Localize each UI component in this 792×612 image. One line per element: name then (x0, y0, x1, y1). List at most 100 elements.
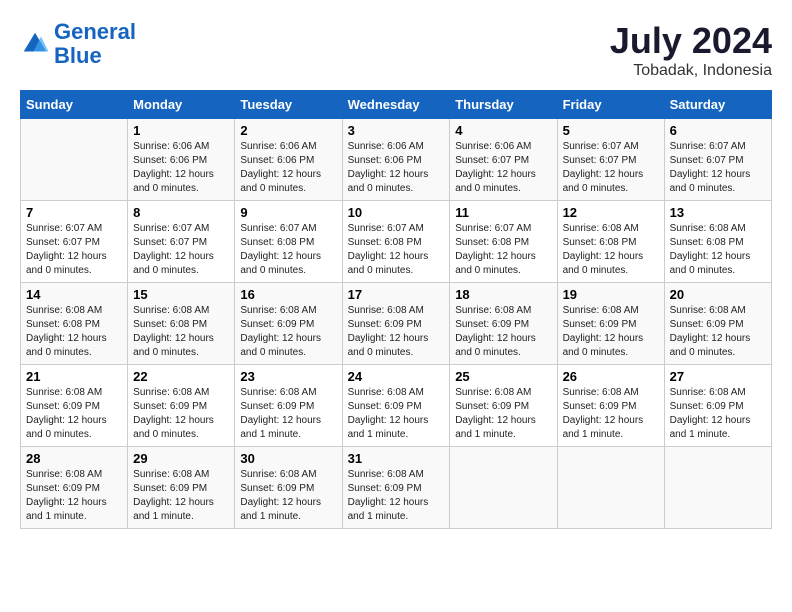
calendar-header-row: SundayMondayTuesdayWednesdayThursdayFrid… (21, 91, 772, 119)
day-number: 5 (563, 123, 659, 138)
calendar-cell: 18 Sunrise: 6:08 AM Sunset: 6:09 PM Dayli… (450, 283, 557, 365)
calendar-cell: 3 Sunrise: 6:06 AM Sunset: 6:06 PM Daylig… (342, 119, 450, 201)
calendar-cell: 23 Sunrise: 6:08 AM Sunset: 6:09 PM Dayli… (235, 365, 342, 447)
header-monday: Monday (128, 91, 235, 119)
calendar-cell: 12 Sunrise: 6:08 AM Sunset: 6:08 PM Dayli… (557, 201, 664, 283)
day-info: Sunrise: 6:06 AM Sunset: 6:06 PM Dayligh… (348, 140, 445, 196)
day-info: Sunrise: 6:08 AM Sunset: 6:09 PM Dayligh… (563, 386, 659, 442)
calendar-cell: 6Sunrise: 6:07 AM Sunset: 6:07 PM Daylig… (664, 119, 771, 201)
logo-line1: General (54, 19, 136, 44)
subtitle: Tobadak, Indonesia (610, 62, 772, 80)
calendar-cell: 26 Sunrise: 6:08 AM Sunset: 6:09 PM Dayli… (557, 365, 664, 447)
day-number: 23 (240, 369, 336, 384)
day-info: Sunrise: 6:08 AM Sunset: 6:09 PM Dayligh… (133, 468, 229, 524)
day-number: 14 (26, 287, 122, 302)
header-wednesday: Wednesday (342, 91, 450, 119)
day-number: 19 (563, 287, 659, 302)
calendar-cell: 24Sunrise: 6:08 AM Sunset: 6:09 PM Dayli… (342, 365, 450, 447)
day-number: 21 (26, 369, 122, 384)
day-info: Sunrise: 6:07 AM Sunset: 6:07 PM Dayligh… (26, 222, 122, 278)
main-title: July 2024 (610, 20, 772, 62)
calendar-week-row: 7Sunrise: 6:07 AM Sunset: 6:07 PM Daylig… (21, 201, 772, 283)
calendar-cell (21, 119, 128, 201)
day-number: 28 (26, 451, 122, 466)
calendar-cell (664, 447, 771, 529)
day-number: 13 (670, 205, 766, 220)
day-info: Sunrise: 6:08 AM Sunset: 6:09 PM Dayligh… (240, 386, 336, 442)
header-tuesday: Tuesday (235, 91, 342, 119)
calendar-cell: 10Sunrise: 6:07 AM Sunset: 6:08 PM Dayli… (342, 201, 450, 283)
calendar-cell: 17 Sunrise: 6:08 AM Sunset: 6:09 PM Dayli… (342, 283, 450, 365)
day-info: Sunrise: 6:06 AM Sunset: 6:07 PM Dayligh… (455, 140, 551, 196)
day-info: Sunrise: 6:08 AM Sunset: 6:09 PM Dayligh… (348, 468, 445, 524)
day-number: 4 (455, 123, 551, 138)
calendar-cell: 30 Sunrise: 6:08 AM Sunset: 6:09 PM Dayli… (235, 447, 342, 529)
header-sunday: Sunday (21, 91, 128, 119)
calendar-week-row: 14 Sunrise: 6:08 AM Sunset: 6:08 PM Dayli… (21, 283, 772, 365)
day-number: 16 (240, 287, 336, 302)
day-number: 22 (133, 369, 229, 384)
calendar-cell: 13Sunrise: 6:08 AM Sunset: 6:08 PM Dayli… (664, 201, 771, 283)
calendar-cell: 5 Sunrise: 6:07 AM Sunset: 6:07 PM Daylig… (557, 119, 664, 201)
day-number: 20 (670, 287, 766, 302)
calendar-cell: 22 Sunrise: 6:08 AM Sunset: 6:09 PM Dayli… (128, 365, 235, 447)
day-info: Sunrise: 6:08 AM Sunset: 6:08 PM Dayligh… (26, 304, 122, 360)
day-info: Sunrise: 6:07 AM Sunset: 6:07 PM Dayligh… (133, 222, 229, 278)
day-info: Sunrise: 6:08 AM Sunset: 6:08 PM Dayligh… (133, 304, 229, 360)
calendar-cell: 19 Sunrise: 6:08 AM Sunset: 6:09 PM Dayli… (557, 283, 664, 365)
header-thursday: Thursday (450, 91, 557, 119)
day-info: Sunrise: 6:07 AM Sunset: 6:08 PM Dayligh… (240, 222, 336, 278)
day-info: Sunrise: 6:08 AM Sunset: 6:09 PM Dayligh… (348, 386, 445, 442)
calendar-cell: 27Sunrise: 6:08 AM Sunset: 6:09 PM Dayli… (664, 365, 771, 447)
calendar-cell: 1Sunrise: 6:06 AM Sunset: 6:06 PM Daylig… (128, 119, 235, 201)
calendar-cell: 16Sunrise: 6:08 AM Sunset: 6:09 PM Dayli… (235, 283, 342, 365)
day-number: 30 (240, 451, 336, 466)
day-number: 17 (348, 287, 445, 302)
day-number: 12 (563, 205, 659, 220)
day-info: Sunrise: 6:08 AM Sunset: 6:09 PM Dayligh… (348, 304, 445, 360)
day-info: Sunrise: 6:08 AM Sunset: 6:09 PM Dayligh… (133, 386, 229, 442)
day-info: Sunrise: 6:08 AM Sunset: 6:09 PM Dayligh… (670, 386, 766, 442)
calendar-week-row: 28 Sunrise: 6:08 AM Sunset: 6:09 PM Dayli… (21, 447, 772, 529)
page-header: General Blue July 2024 Tobadak, Indonesi… (20, 20, 772, 80)
day-number: 8 (133, 205, 229, 220)
day-info: Sunrise: 6:07 AM Sunset: 6:07 PM Dayligh… (563, 140, 659, 196)
calendar-cell: 11Sunrise: 6:07 AM Sunset: 6:08 PM Dayli… (450, 201, 557, 283)
day-number: 29 (133, 451, 229, 466)
day-number: 18 (455, 287, 551, 302)
calendar-week-row: 1 Sunrise: 6:06 AM Sunset: 6:06 PM Daylig… (21, 119, 772, 201)
calendar-cell: 31 Sunrise: 6:08 AM Sunset: 6:09 PM Dayli… (342, 447, 450, 529)
calendar-table: SundayMondayTuesdayWednesdayThursdayFrid… (20, 90, 772, 529)
day-number: 26 (563, 369, 659, 384)
logo: General Blue (20, 20, 136, 68)
day-info: Sunrise: 6:08 AM Sunset: 6:09 PM Dayligh… (26, 468, 122, 524)
day-info: Sunrise: 6:08 AM Sunset: 6:08 PM Dayligh… (563, 222, 659, 278)
calendar-cell: 8 Sunrise: 6:07 AM Sunset: 6:07 PM Daylig… (128, 201, 235, 283)
day-number: 15 (133, 287, 229, 302)
day-info: Sunrise: 6:08 AM Sunset: 6:09 PM Dayligh… (455, 304, 551, 360)
logo-line2: Blue (54, 43, 102, 68)
calendar-cell: 29 Sunrise: 6:08 AM Sunset: 6:09 PM Dayli… (128, 447, 235, 529)
day-number: 9 (240, 205, 336, 220)
day-number: 11 (455, 205, 551, 220)
calendar-cell: 15 Sunrise: 6:08 AM Sunset: 6:08 PM Dayli… (128, 283, 235, 365)
day-info: Sunrise: 6:06 AM Sunset: 6:06 PM Dayligh… (240, 140, 336, 196)
day-info: Sunrise: 6:08 AM Sunset: 6:09 PM Dayligh… (563, 304, 659, 360)
header-saturday: Saturday (664, 91, 771, 119)
calendar-cell: 4 Sunrise: 6:06 AM Sunset: 6:07 PM Daylig… (450, 119, 557, 201)
calendar-cell: 28 Sunrise: 6:08 AM Sunset: 6:09 PM Dayli… (21, 447, 128, 529)
day-info: Sunrise: 6:08 AM Sunset: 6:09 PM Dayligh… (26, 386, 122, 442)
day-number: 3 (348, 123, 445, 138)
header-friday: Friday (557, 91, 664, 119)
day-number: 2 (240, 123, 336, 138)
calendar-cell: 2 Sunrise: 6:06 AM Sunset: 6:06 PM Daylig… (235, 119, 342, 201)
calendar-cell: 14 Sunrise: 6:08 AM Sunset: 6:08 PM Dayli… (21, 283, 128, 365)
day-info: Sunrise: 6:08 AM Sunset: 6:09 PM Dayligh… (240, 468, 336, 524)
calendar-cell: 7Sunrise: 6:07 AM Sunset: 6:07 PM Daylig… (21, 201, 128, 283)
logo-text: General Blue (54, 20, 136, 68)
day-number: 31 (348, 451, 445, 466)
day-number: 1 (133, 123, 229, 138)
day-number: 10 (348, 205, 445, 220)
calendar-cell: 25Sunrise: 6:08 AM Sunset: 6:09 PM Dayli… (450, 365, 557, 447)
calendar-week-row: 21 Sunrise: 6:08 AM Sunset: 6:09 PM Dayli… (21, 365, 772, 447)
